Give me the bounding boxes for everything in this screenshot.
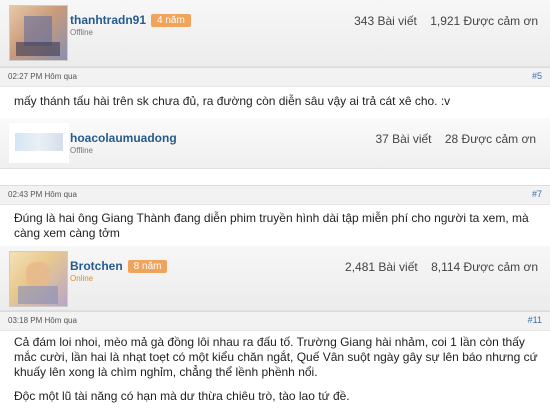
user-stats: 2,481 Bài viết 8,114 Được cảm ơn [335, 260, 538, 274]
post-number-link[interactable]: #5 [532, 71, 542, 81]
user-status: Online [70, 274, 94, 283]
post-count: 37 Bài viết [375, 132, 432, 146]
user-stats: 343 Bài viết 1,921 Được cảm ơn [344, 14, 538, 28]
member-badge: 4 năm [151, 14, 191, 27]
post-number-link[interactable]: #11 [528, 315, 542, 325]
post-content: mấy thánh tấu hài trên sk chưa đủ, ra đư… [14, 94, 539, 109]
avatar[interactable] [9, 251, 68, 307]
username-text[interactable]: Brotchen [70, 259, 123, 273]
username-link[interactable]: hoacolaumuadong [70, 131, 177, 145]
member-badge: 8 năm [127, 260, 168, 273]
username-link[interactable]: thanhtradn91 4 năm [70, 13, 191, 27]
post-paragraph: Cả đám loi nhoi, mèo mả gà đồng lôi nhau… [14, 335, 538, 379]
username-text[interactable]: thanhtradn91 [70, 13, 146, 27]
post-meta: 02:43 PM Hôm qua #7 [0, 185, 550, 205]
post-paragraph: Độc một lũ tài năng có hạn mà dư thừa ch… [14, 389, 350, 403]
post-number-link[interactable]: #7 [532, 189, 542, 199]
user-status: Offline [70, 146, 93, 155]
post-meta: 03:18 PM Hôm qua #11 [0, 311, 550, 331]
post-meta: 02:27 PM Hôm qua #5 [0, 67, 550, 87]
user-stats: 37 Bài viết 28 Được cảm ơn [365, 132, 536, 146]
post-content: Cả đám loi nhoi, mèo mả gà đồng lôi nhau… [14, 335, 539, 404]
post-time: 03:18 PM Hôm qua [8, 316, 77, 325]
thanks-count: 1,921 Được cảm ơn [430, 14, 538, 28]
thanks-count: 8,114 Được cảm ơn [431, 260, 538, 274]
post-content: Đúng là hai ông Giang Thành đang diễn ph… [14, 211, 539, 241]
post-userbar: Brotchen 8 năm Online 2,481 Bài viết 8,11… [0, 246, 550, 311]
post-userbar: thanhtradn91 4 năm Offline 343 Bài viết 1… [0, 0, 550, 67]
post-time: 02:27 PM Hôm qua [8, 72, 77, 81]
avatar[interactable] [9, 123, 69, 163]
thanks-count: 28 Được cảm ơn [444, 132, 536, 146]
post-paragraph: Đúng là hai ông Giang Thành đang diễn ph… [14, 211, 529, 240]
post-count: 343 Bài viết [354, 14, 417, 28]
post-paragraph: mấy thánh tấu hài trên sk chưa đủ, ra đư… [14, 94, 451, 108]
post-userbar: hoacolaumuadong Offline 37 Bài viết 28 Đ… [0, 118, 550, 169]
post-time: 02:43 PM Hôm qua [8, 190, 77, 199]
post-count: 2,481 Bài viết [345, 260, 418, 274]
avatar[interactable] [9, 5, 68, 61]
username-text[interactable]: hoacolaumuadong [70, 131, 177, 145]
username-link[interactable]: Brotchen 8 năm [70, 259, 168, 273]
user-status: Offline [70, 28, 93, 37]
